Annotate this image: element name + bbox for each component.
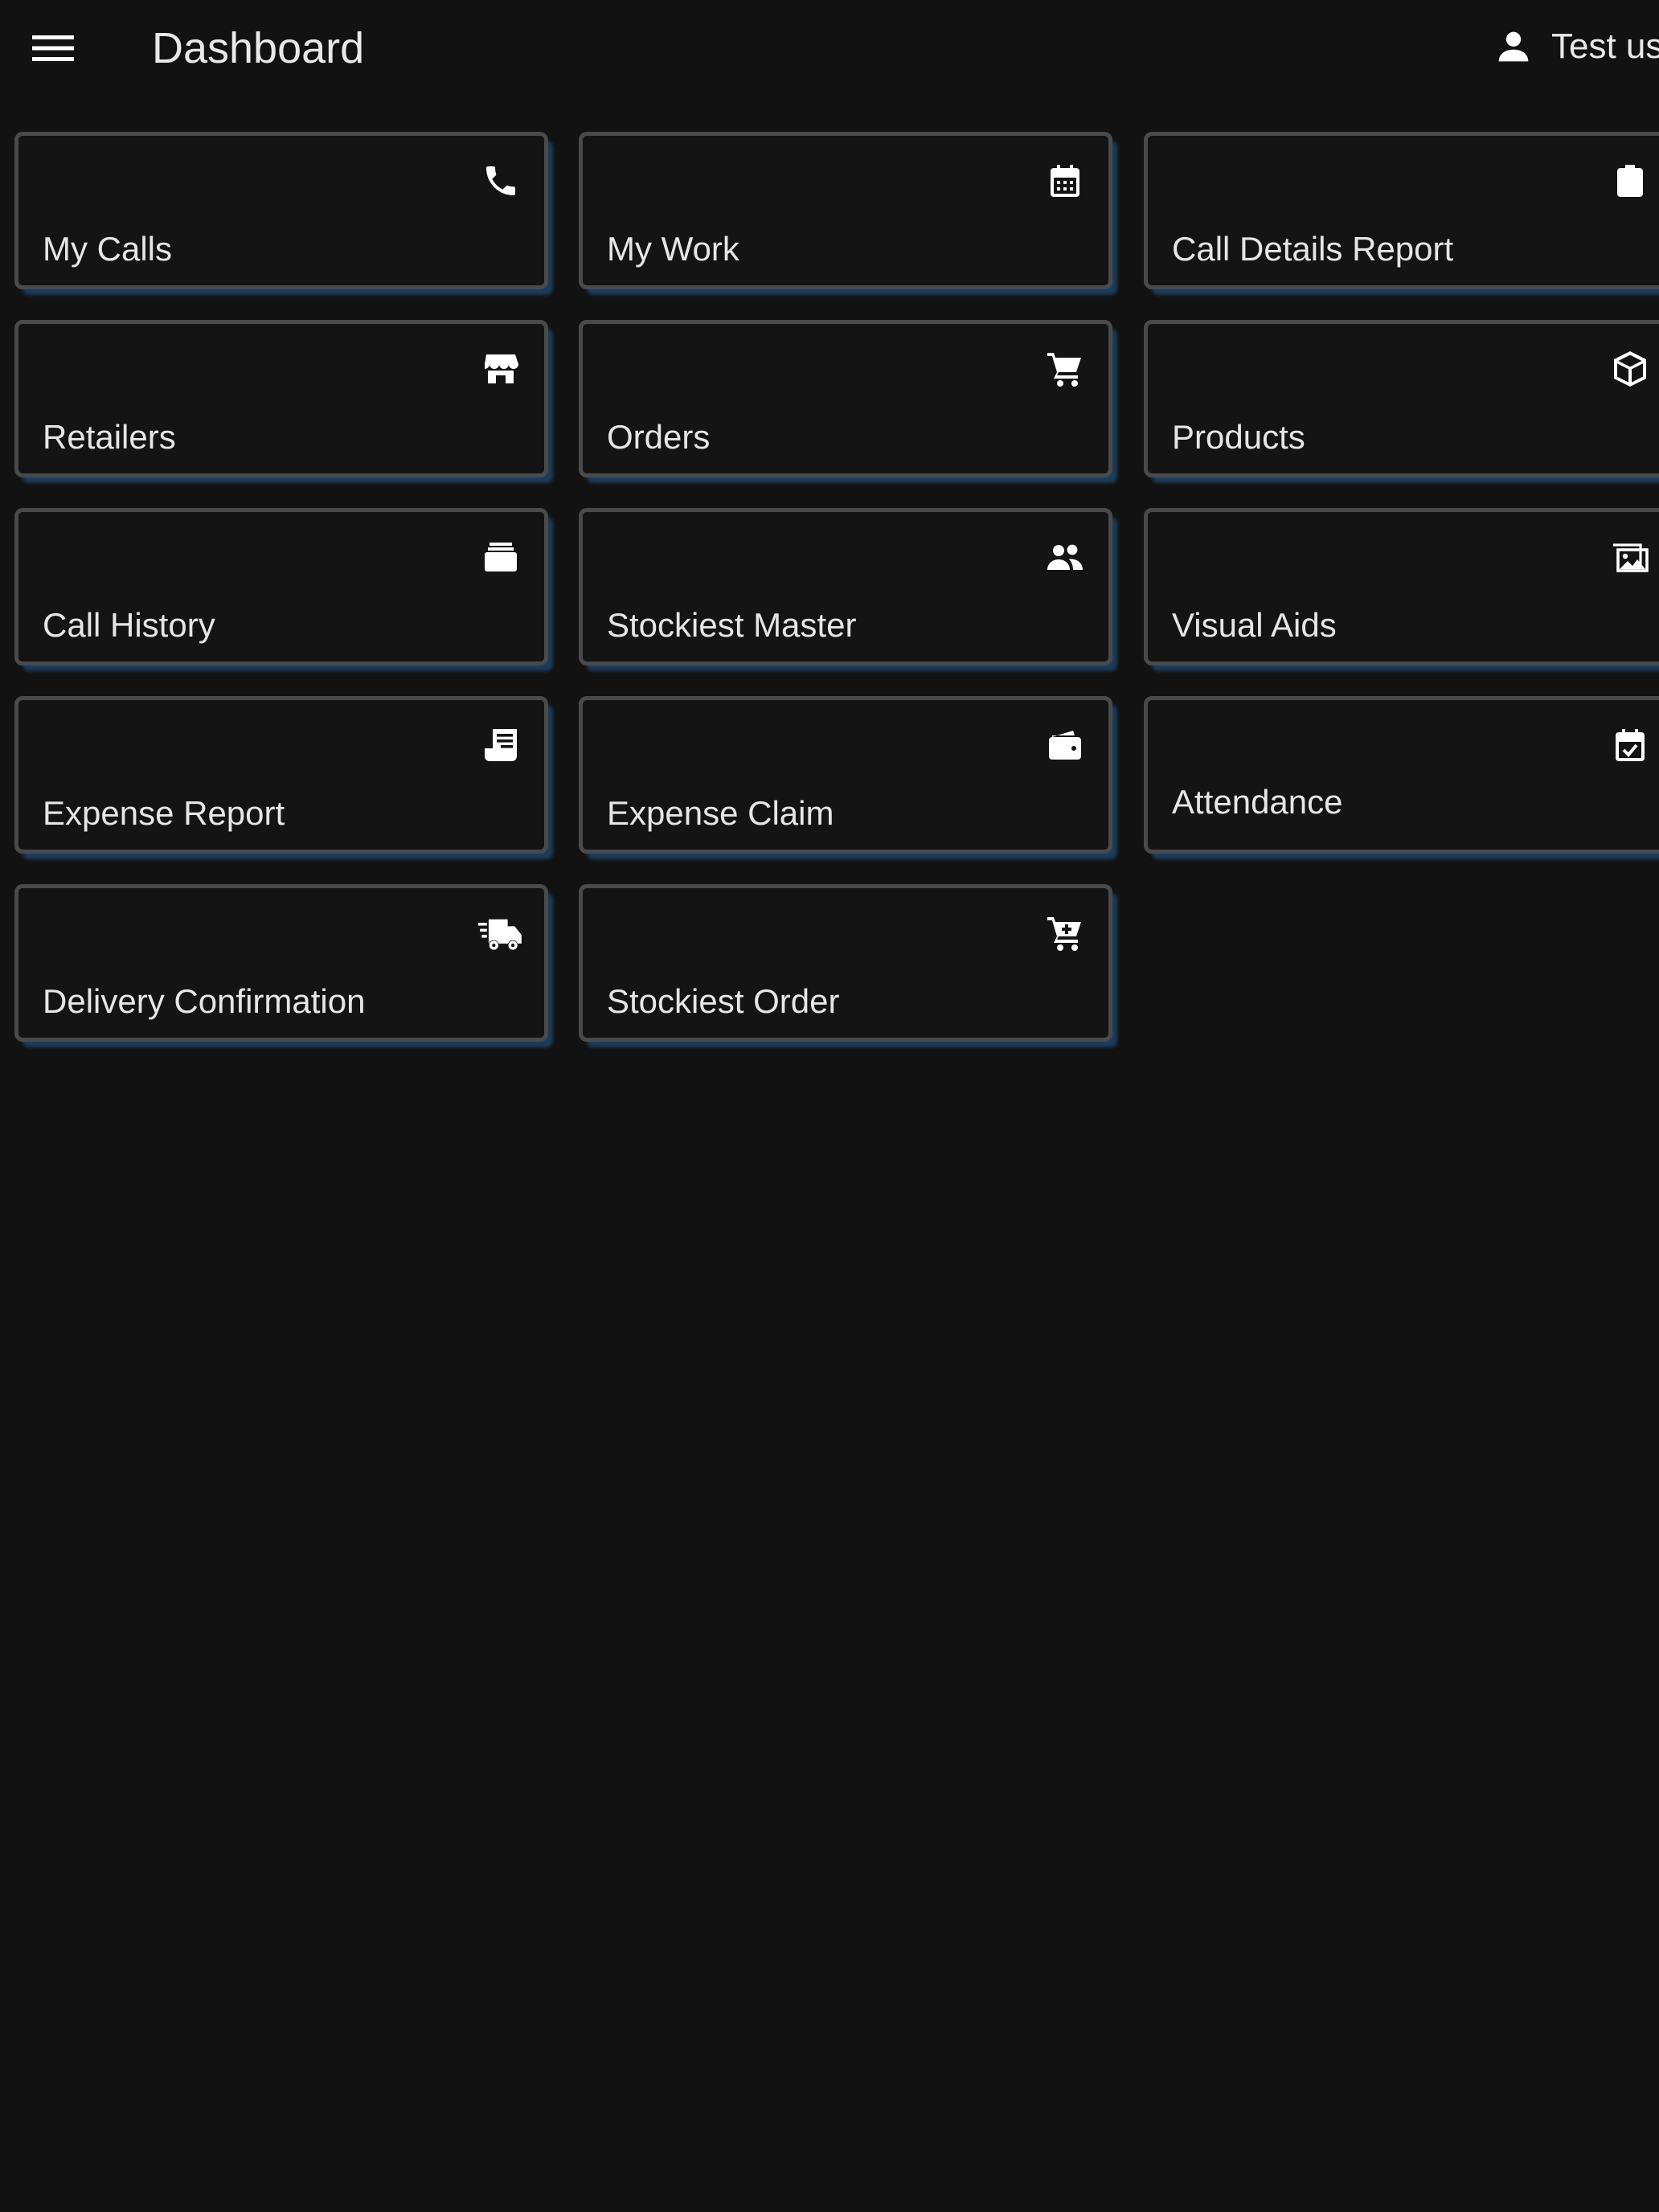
tile-label: Visual Aids <box>1172 606 1337 644</box>
top-app-bar: Dashboard Test us <box>0 0 1659 96</box>
images-icon <box>1608 535 1653 580</box>
tile-label: Delivery Confirmation <box>43 982 366 1020</box>
tile-label: Orders <box>607 418 711 456</box>
tile-retailers[interactable]: Retailers <box>14 320 548 477</box>
hamburger-menu-icon <box>32 34 74 63</box>
user-menu[interactable]: Test us <box>1493 19 1659 74</box>
tile-orders[interactable]: Orders <box>579 320 1112 477</box>
phone-icon <box>478 158 523 203</box>
tile-label: Call Details Report <box>1172 230 1454 268</box>
tile-label: Stockiest Order <box>607 982 840 1020</box>
tile-label: Attendance <box>1172 783 1343 821</box>
archive-icon <box>478 535 523 580</box>
tile-call-details-report[interactable]: Call Details Report <box>1144 132 1659 289</box>
tile-my-calls[interactable]: My Calls <box>14 132 548 289</box>
tile-call-history[interactable]: Call History <box>14 508 548 666</box>
tile-label: My Calls <box>43 230 173 268</box>
tile-expense-report[interactable]: Expense Report <box>14 696 548 854</box>
menu-button[interactable] <box>24 21 82 76</box>
user-icon <box>1493 27 1534 67</box>
tile-label: Expense Claim <box>607 794 834 832</box>
cube-icon <box>1608 346 1653 391</box>
tile-visual-aids[interactable]: Visual Aids <box>1144 508 1659 666</box>
tile-label: Products <box>1172 418 1305 456</box>
tile-label: Retailers <box>43 418 176 456</box>
clipboard-icon <box>1608 158 1653 203</box>
store-icon <box>478 346 523 391</box>
tile-label: My Work <box>607 230 739 268</box>
calendar-icon <box>1043 158 1088 203</box>
tile-stockiest-master[interactable]: Stockiest Master <box>579 508 1112 666</box>
tile-products[interactable]: Products <box>1144 320 1659 477</box>
cart-icon <box>1043 346 1088 391</box>
people-icon <box>1043 535 1088 580</box>
tile-label: Call History <box>43 606 215 644</box>
receipt-icon <box>478 723 523 768</box>
calendar-check-icon <box>1608 723 1653 768</box>
cart-plus-icon <box>1043 911 1088 956</box>
tile-delivery-confirmation[interactable]: Delivery Confirmation <box>14 884 548 1042</box>
tile-expense-claim[interactable]: Expense Claim <box>579 696 1112 854</box>
tile-label: Stockiest Master <box>607 606 857 644</box>
wallet-icon <box>1043 723 1088 768</box>
delivery-truck-icon <box>478 911 523 956</box>
app-root: Dashboard Test us My Calls My Work Call … <box>0 0 1659 2212</box>
page-title: Dashboard <box>152 24 365 72</box>
tile-stockiest-order[interactable]: Stockiest Order <box>579 884 1112 1042</box>
tile-my-work[interactable]: My Work <box>579 132 1112 289</box>
user-name: Test us <box>1551 27 1659 66</box>
tile-attendance[interactable]: Attendance <box>1144 696 1659 854</box>
tile-label: Expense Report <box>43 794 285 832</box>
